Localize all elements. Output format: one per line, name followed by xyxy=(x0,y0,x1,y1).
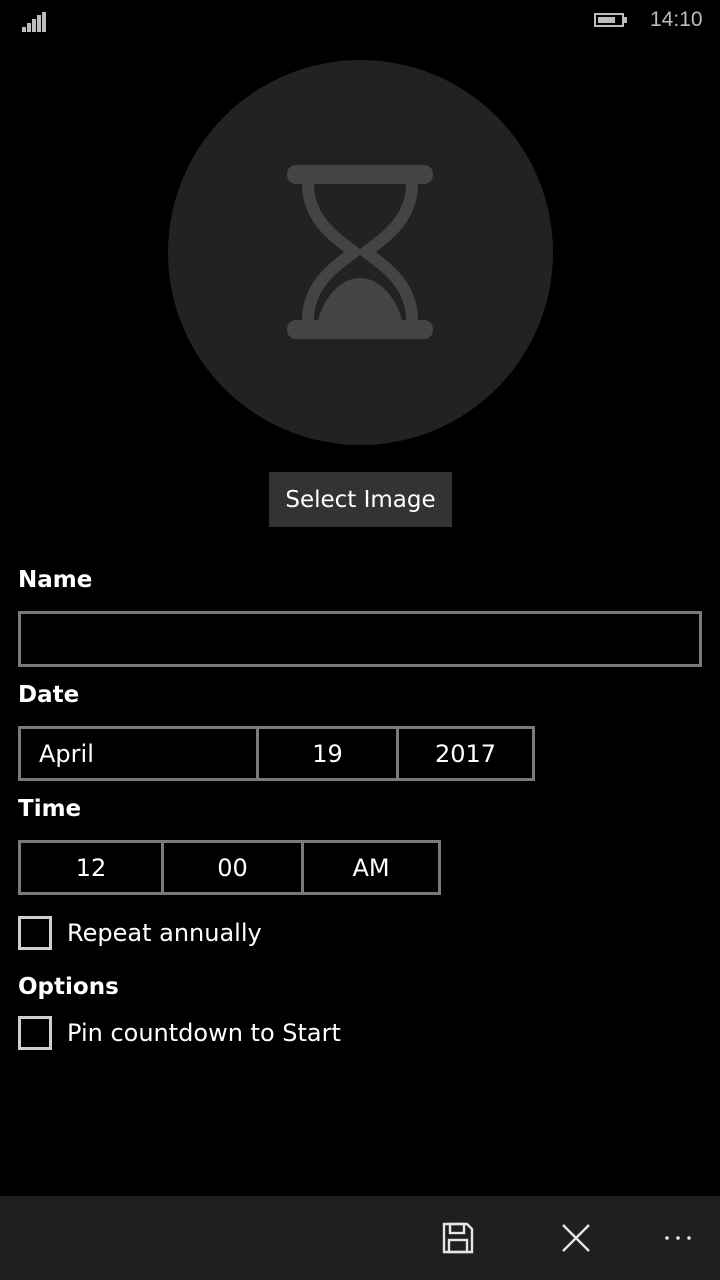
hourglass-icon xyxy=(287,165,433,339)
save-icon xyxy=(442,1222,474,1254)
date-label: Date xyxy=(18,682,80,708)
more-icon xyxy=(665,1236,691,1240)
repeat-annually-checkbox[interactable] xyxy=(18,916,52,950)
repeat-annually-label[interactable]: Repeat annually xyxy=(67,919,262,947)
time-minute[interactable]: 00 xyxy=(161,843,301,892)
screen: 14:10 Select Image Name Date April 19 20… xyxy=(0,0,720,1280)
cancel-button[interactable] xyxy=(550,1212,602,1264)
status-time: 14:10 xyxy=(650,8,703,31)
date-year[interactable]: 2017 xyxy=(396,729,532,778)
pin-countdown-label[interactable]: Pin countdown to Start xyxy=(67,1019,341,1047)
date-picker[interactable]: April 19 2017 xyxy=(18,726,535,781)
time-label: Time xyxy=(18,796,82,822)
close-icon xyxy=(562,1224,590,1252)
status-bar: 14:10 xyxy=(0,0,720,44)
options-heading: Options xyxy=(18,974,119,1000)
time-ampm[interactable]: AM xyxy=(301,843,438,892)
time-hour[interactable]: 12 xyxy=(21,843,161,892)
time-picker[interactable]: 12 00 AM xyxy=(18,840,441,895)
battery-icon xyxy=(594,13,628,29)
signal-icon xyxy=(22,12,48,32)
pin-countdown-checkbox[interactable] xyxy=(18,1016,52,1050)
name-label: Name xyxy=(18,567,93,593)
more-button[interactable] xyxy=(652,1212,704,1264)
date-month[interactable]: April xyxy=(21,729,256,778)
select-image-button[interactable]: Select Image xyxy=(269,472,452,527)
countdown-image xyxy=(168,60,553,445)
app-bar xyxy=(0,1196,720,1280)
save-button[interactable] xyxy=(432,1212,484,1264)
date-day[interactable]: 19 xyxy=(256,729,396,778)
repeat-annually-row[interactable]: Repeat annually xyxy=(18,916,262,950)
name-input[interactable] xyxy=(18,611,702,667)
pin-countdown-row[interactable]: Pin countdown to Start xyxy=(18,1016,341,1050)
